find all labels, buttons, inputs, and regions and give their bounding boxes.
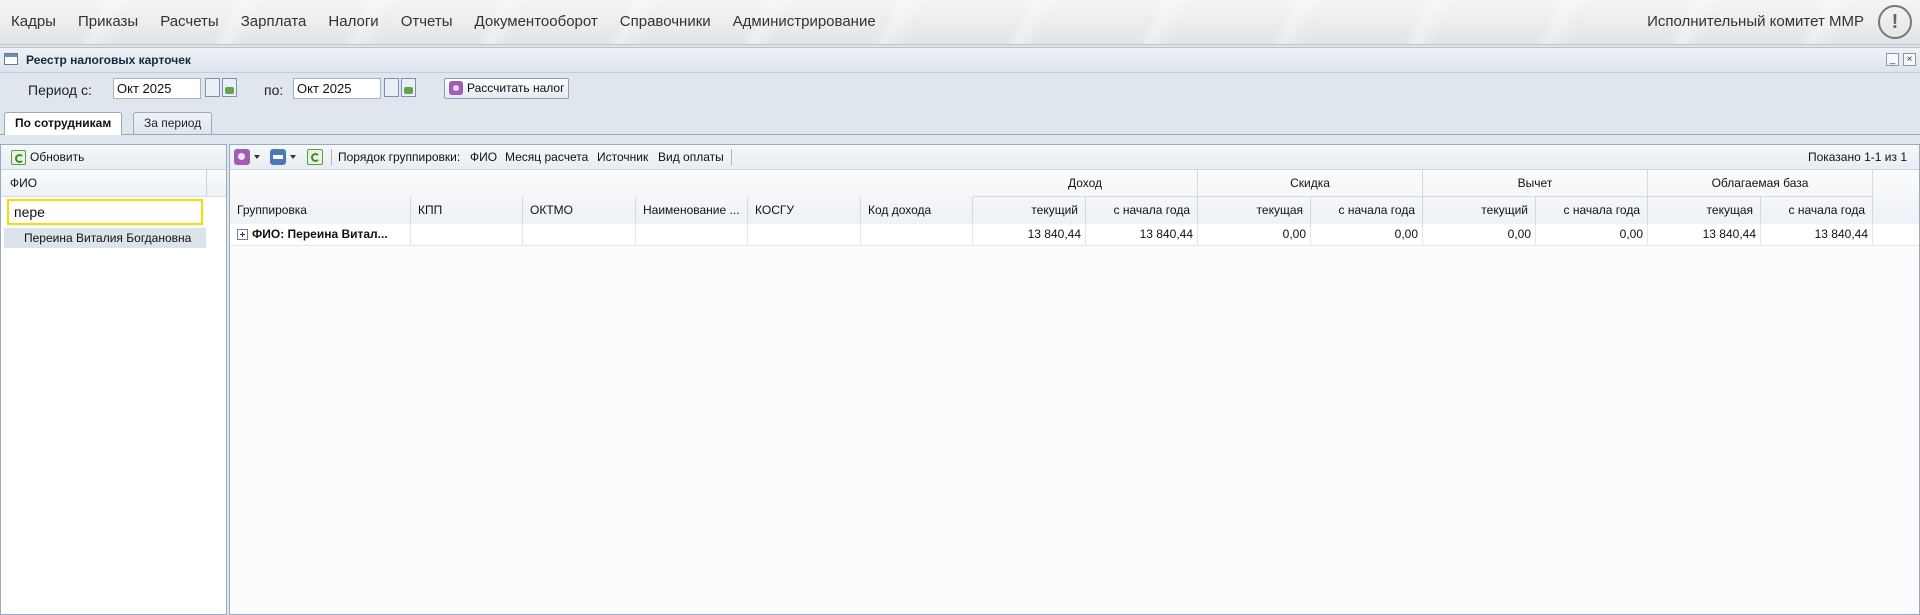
employee-search-input[interactable]: пере: [7, 199, 203, 225]
tax-cards-grid-panel: Порядок группировки: ФИО Месяц расчета И…: [229, 144, 1920, 615]
table-row[interactable]: ФИО: Переина Витал... 13 840,44 13 840,4…: [230, 224, 1919, 246]
menu-item-kadry[interactable]: Кадры: [0, 0, 67, 44]
calculate-icon: [449, 81, 463, 95]
menu-item-administrirovanie[interactable]: Администрирование: [722, 0, 887, 44]
col-header-kpp[interactable]: КПП: [411, 197, 523, 224]
menu-item-nalogi[interactable]: Налоги: [317, 0, 389, 44]
cell-grouping[interactable]: ФИО: Переина Витал...: [230, 224, 411, 245]
calculate-tax-button[interactable]: Рассчитать налог: [444, 78, 570, 99]
col-header-deduction-current[interactable]: текущий: [1423, 197, 1536, 224]
close-button[interactable]: ×: [1903, 53, 1916, 66]
refresh-icon: [11, 150, 26, 165]
cell-base-current: 13 840,44: [1648, 224, 1761, 245]
tab-by-period[interactable]: За период: [133, 112, 213, 134]
menu-item-spravochniki[interactable]: Справочники: [609, 0, 722, 44]
group-item-payment-type[interactable]: Вид оплаты: [658, 150, 724, 164]
alert-icon[interactable]: !: [1878, 5, 1912, 39]
view-tabs: По сотрудникам За период: [0, 110, 1920, 135]
chevron-down-icon[interactable]: [254, 155, 260, 159]
refresh-label: Обновить: [30, 150, 85, 164]
cell-name: [636, 224, 748, 245]
column-divider: [206, 170, 207, 196]
date-clear-icon[interactable]: [222, 78, 237, 97]
grid-toolbar: Порядок группировки: ФИО Месяц расчета И…: [230, 145, 1919, 170]
calculate-tax-label: Рассчитать налог: [467, 81, 565, 95]
cell-discount-ytd: 0,00: [1311, 224, 1423, 245]
toolbar-separator: [331, 149, 332, 165]
date-clear-icon[interactable]: [401, 78, 416, 97]
col-header-discount-ytd[interactable]: с начала года: [1311, 197, 1423, 224]
period-from-input[interactable]: Окт 2025: [113, 78, 201, 99]
grid-header: Группировка КПП ОКТМО Наименование ... К…: [230, 170, 1919, 225]
cell-income-ytd: 13 840,44: [1086, 224, 1198, 245]
menu-item-otchety[interactable]: Отчеты: [390, 0, 464, 44]
toolbar-separator: [731, 149, 732, 165]
calendar-icon[interactable]: [384, 78, 399, 97]
col-header-grouping[interactable]: Группировка: [230, 197, 411, 224]
cell-deduction-current: 0,00: [1423, 224, 1536, 245]
col-group-taxable-base: Облагаемая база: [1648, 170, 1873, 197]
add-icon[interactable]: [234, 149, 250, 165]
col-header-kosgu[interactable]: КОСГУ: [748, 197, 861, 224]
col-header-base-ytd[interactable]: с начала года: [1761, 197, 1873, 224]
period-to-label: по:: [264, 82, 284, 98]
col-group-discount: Скидка: [1198, 170, 1423, 197]
tab-by-employees[interactable]: По сотрудникам: [4, 112, 123, 135]
col-header-oktmo[interactable]: ОКТМО: [523, 197, 636, 224]
group-order-label: Порядок группировки:: [338, 150, 461, 164]
col-header-income-code[interactable]: Код дохода: [861, 197, 973, 224]
col-group-deduction: Вычет: [1423, 170, 1648, 197]
cell-oktmo: [523, 224, 636, 245]
cell-base-ytd: 13 840,44: [1761, 224, 1873, 245]
chevron-down-icon[interactable]: [290, 155, 296, 159]
group-item-month[interactable]: Месяц расчета: [505, 150, 588, 164]
col-header-income-current[interactable]: текущий: [973, 197, 1086, 224]
fio-header-label: ФИО: [10, 176, 38, 190]
calendar-icon[interactable]: [205, 78, 220, 97]
menu-item-prikazy[interactable]: Приказы: [67, 0, 149, 44]
menu-item-dokumentooborot[interactable]: Документооборот: [464, 0, 609, 44]
minimize-button[interactable]: _: [1886, 53, 1899, 66]
window-titlebar: Реестр налоговых карточек _ ×: [0, 48, 1920, 73]
paging-info: Показано 1-1 из 1: [1807, 150, 1907, 164]
period-to-input[interactable]: Окт 2025: [293, 78, 381, 99]
cell-kpp: [411, 224, 523, 245]
list-item[interactable]: Переина Виталия Богдановна: [4, 228, 206, 248]
employee-list-toolbar: Обновить: [1, 145, 226, 170]
col-group-income: Доход: [973, 170, 1198, 197]
group-label: ФИО: Переина Витал...: [252, 227, 388, 241]
group-item-fio[interactable]: ФИО: [470, 150, 497, 164]
period-from-label: Период с:: [28, 82, 92, 98]
col-header-base-current[interactable]: текущая: [1648, 197, 1761, 224]
cell-kosgu: [748, 224, 861, 245]
window-table-icon: [4, 53, 18, 65]
menu-item-zarplata[interactable]: Зарплата: [230, 0, 318, 44]
employee-list-panel: Обновить ФИО пере Переина Виталия Богдан…: [0, 144, 227, 615]
period-filter-bar: Период с: Окт 2025 по: Окт 2025 Рассчита…: [0, 73, 1920, 103]
col-header-name[interactable]: Наименование ...: [636, 197, 748, 224]
cell-discount-current: 0,00: [1198, 224, 1311, 245]
window-title: Реестр налоговых карточек: [26, 53, 191, 67]
menu-item-raschety[interactable]: Расчеты: [149, 0, 230, 44]
organization-name[interactable]: Исполнительный комитет ММР: [1647, 0, 1864, 44]
cell-deduction-ytd: 0,00: [1536, 224, 1648, 245]
employee-column-header[interactable]: ФИО: [1, 170, 226, 197]
top-menu-bar: Кадры Приказы Расчеты Зарплата Налоги От…: [0, 0, 1920, 45]
col-header-discount-current[interactable]: текущая: [1198, 197, 1311, 224]
employee-filter-area: пере Переина Виталия Богдановна: [1, 197, 226, 257]
col-header-deduction-ytd[interactable]: с начала года: [1536, 197, 1648, 224]
refresh-button[interactable]: Обновить: [9, 149, 84, 165]
expand-icon[interactable]: [237, 229, 248, 240]
cell-income-current: 13 840,44: [973, 224, 1086, 245]
col-header-income-ytd[interactable]: с начала года: [1086, 197, 1198, 224]
print-icon[interactable]: [270, 149, 286, 165]
cell-income-code: [861, 224, 973, 245]
tax-cards-window: Реестр налоговых карточек _ × Период с: …: [0, 47, 1920, 615]
refresh-icon[interactable]: [307, 149, 323, 165]
group-item-source[interactable]: Источник: [597, 150, 648, 164]
main-menu: Кадры Приказы Расчеты Зарплата Налоги От…: [0, 0, 887, 44]
